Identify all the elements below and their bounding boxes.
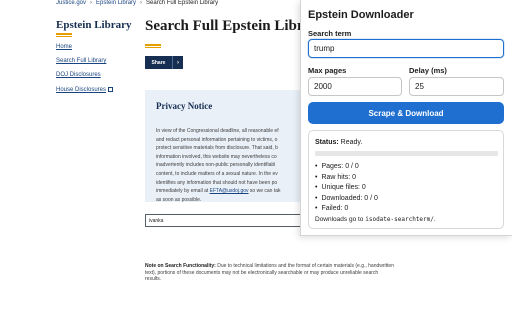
sidebar-item-doj-disclosures[interactable]: DOJ Disclosures [56,72,101,78]
stat-unique-files: Unique files: 0 [315,183,378,194]
breadcrumb-separator: › [90,0,93,6]
privacy-line: immediately by email at EFTA@usdoj.gov s… [156,187,316,196]
downloads-note-end: . [433,216,436,223]
sidebar-item-search-full-library[interactable]: Search Full Library [56,58,106,64]
privacy-line-text: so we can tak [248,188,281,195]
share-button[interactable]: Share › [145,56,183,69]
privacy-line: inadvertently includes non-public person… [156,162,276,169]
sidebar-item-label: House Disclosures [56,87,107,93]
note-label: Note on Search Functionality: [145,263,216,269]
status-panel: Status: Ready. Pages: 0 / 0 Raw hits: 0 … [308,130,504,229]
share-button-label: Share [151,59,166,66]
delay-input[interactable] [409,77,504,96]
privacy-line: information involved, this website may n… [156,153,277,160]
page-title-underline-divider [145,44,161,48]
privacy-line: In view of the Congressional deadline, a… [156,128,279,134]
page-title: Search Full Epstein Libra [145,18,311,34]
stat-failed: Failed: 0 [315,204,378,215]
breadcrumb-current: Search Full Epstein Library [146,0,219,6]
sidebar-item-home[interactable]: Home [56,44,72,50]
library-title: Epstein Library [56,19,132,31]
breadcrumb-separator: › [140,0,143,6]
privacy-line: and redact personal information pertaini… [156,136,278,143]
privacy-line: identifies any information that should n… [156,179,278,186]
breadcrumb-link-justice[interactable]: Justice.gov [56,0,86,6]
downloads-note: Downloads go to isodate-searchterm/. [315,216,436,223]
external-link-icon [108,87,114,92]
downloads-path: isodate-searchterm/ [365,216,434,223]
title-underline-divider [56,33,72,37]
popup-title: Epstein Downloader [308,9,414,21]
privacy-email-link[interactable]: EFTA@usdoj.gov [210,188,249,194]
search-term-label: Search term [308,29,352,38]
chevron-right-icon: › [172,56,183,69]
scrape-download-button[interactable]: Scrape & Download [308,102,504,124]
status-value: Ready. [338,139,363,146]
sidebar-item-house-disclosures[interactable]: House Disclosures [56,86,114,93]
privacy-line: protect sensitive materials from disclos… [156,145,278,152]
breadcrumb: Justice.gov › Epstein Library › Search Full … [56,0,218,8]
stat-pages: Pages: 0 / 0 [315,162,378,173]
downloads-note-text: Downloads go to [315,216,366,223]
status-line: Status: Ready. [315,139,362,146]
stat-raw-hits: Raw hits: 0 [315,173,378,184]
privacy-notice-title: Privacy Notice [156,101,213,111]
status-label: Status: [315,139,339,146]
search-functionality-note: Note on Search Functionality: Due to tec… [145,263,395,283]
delay-label: Delay (ms) [409,66,447,75]
progress-bar [315,151,498,156]
privacy-line: content, to include matters of a sexual … [156,170,278,177]
privacy-line: as soon as possible. [156,196,202,203]
library-search-input[interactable]: ivanka [145,214,305,227]
breadcrumb-link-library[interactable]: Epstein Library [96,0,136,6]
privacy-line-text: immediately by email at [156,188,210,195]
max-pages-input[interactable] [308,77,402,96]
search-term-input[interactable] [308,39,504,58]
extension-popup: Epstein Downloader Search term Max pages… [300,0,512,236]
privacy-notice: Privacy Notice In view of the Congressio… [145,90,316,204]
stat-downloaded: Downloaded: 0 / 0 [315,194,377,205]
stats-list: Pages: 0 / 0 Raw hits: 0 Unique files: 0… [315,162,378,215]
privacy-notice-body: In view of the Congressional deadline, a… [156,127,316,204]
max-pages-label: Max pages [308,66,347,75]
